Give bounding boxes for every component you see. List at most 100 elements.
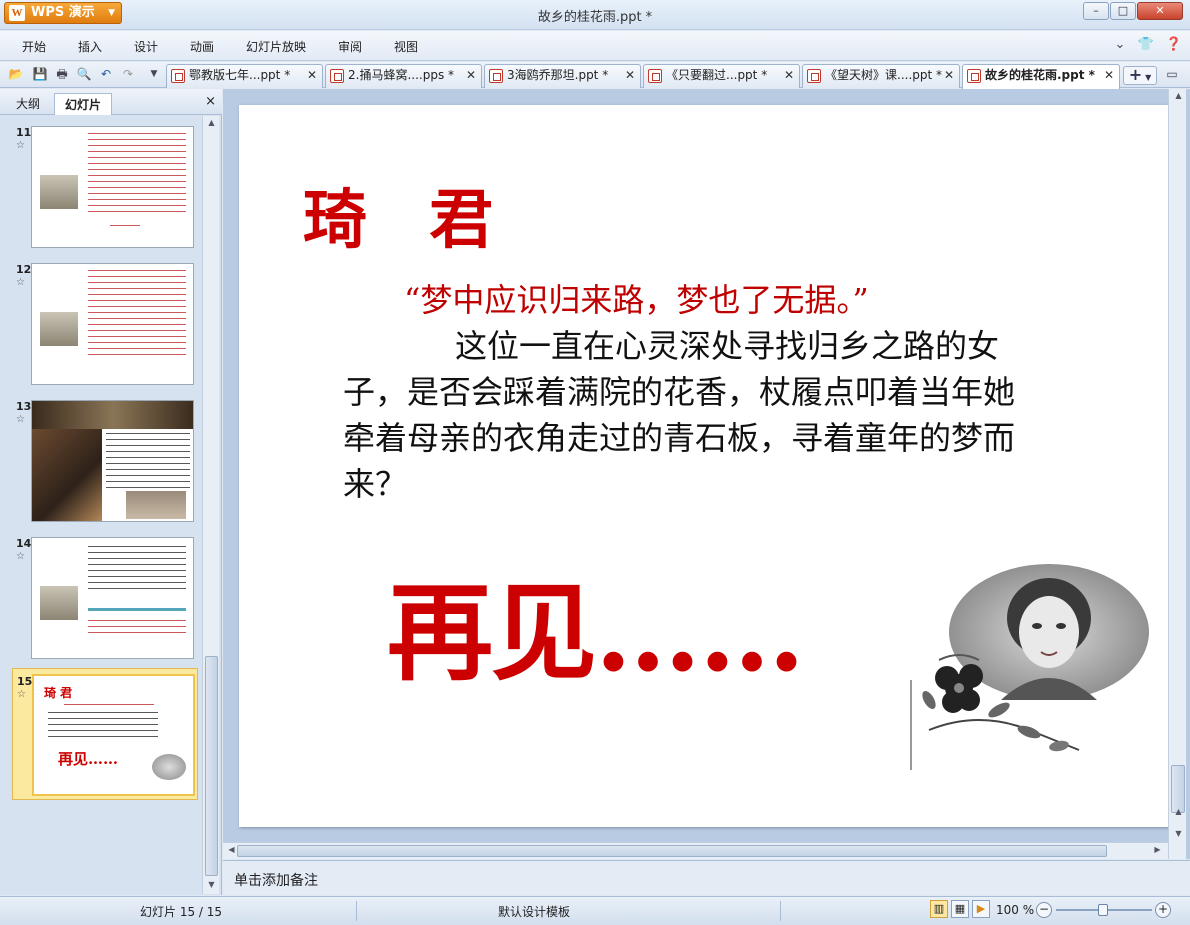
menu-design[interactable]: 设计 <box>134 38 158 55</box>
slides-panel: 大纲 幻灯片 × 11 ☆ 12 ☆ 13 ☆ 14 ☆ 15 ☆ 琦 君 再见… <box>0 89 222 895</box>
thumbnail-preview <box>31 537 194 659</box>
doc-tab-1[interactable]: 鄂教版七年...ppt * ✕ <box>166 64 323 88</box>
menu-animation[interactable]: 动画 <box>190 38 214 55</box>
slide-sorter-icon[interactable]: ▦ <box>951 900 969 918</box>
print-preview-icon[interactable]: 🔍 <box>76 66 92 82</box>
notes-area[interactable]: 单击添加备注 <box>223 860 1190 895</box>
close-button[interactable]: ✕ <box>1137 2 1183 20</box>
status-bar: 幻灯片 15 / 15 默认设计模板 ▥ ▦ ▶ 100 % − + <box>0 896 1190 925</box>
photo-thumbnail <box>126 491 186 519</box>
new-tab-button[interactable]: + ▼ <box>1123 66 1157 85</box>
scroll-down-icon[interactable]: ▼ <box>1172 829 1185 841</box>
text-block-thumbnail <box>88 546 186 590</box>
scroll-up-icon[interactable]: ▲ <box>1172 91 1185 103</box>
thumbnail-slide-15[interactable]: 15 ☆ 琦 君 再见…… <box>12 668 198 800</box>
thumbnail-slide-14[interactable]: 14 ☆ <box>0 531 200 661</box>
slide-vertical-scrollbar[interactable]: ▲ ▲ ▼ <box>1168 89 1186 859</box>
slide-number: 12 <box>16 263 32 276</box>
maximize-button[interactable]: □ <box>1110 2 1136 20</box>
zoom-in-icon[interactable]: + <box>1155 902 1171 918</box>
menu-home[interactable]: 开始 <box>22 38 46 55</box>
slide-body-text[interactable]: 这位一直在心灵深处寻找归乡之路的女子，是否会踩着满院的花香，杖履点叩着当年她牵着… <box>343 323 1023 507</box>
slideshow-icon[interactable]: ▶ <box>972 900 990 918</box>
slide-quote[interactable]: “梦中应识归来路，梦也了无据。” <box>404 275 869 321</box>
doc-tab-label: 故乡的桂花雨.ppt * <box>985 68 1095 82</box>
banner-thumbnail <box>32 401 193 429</box>
current-slide[interactable]: 琦 君 “梦中应识归来路，梦也了无据。” 这位一直在心灵深处寻找归乡之路的女子，… <box>239 105 1168 827</box>
divider <box>356 901 357 921</box>
chevron-down-icon[interactable]: ⌄ <box>1114 37 1125 52</box>
ppt-file-icon <box>807 69 821 83</box>
scroll-down-icon[interactable]: ▲ <box>1172 807 1185 819</box>
slide-farewell-text[interactable]: 再见…… <box>387 547 805 701</box>
ppt-file-icon <box>967 69 981 83</box>
thumbnail-preview: 琦 君 再见…… <box>32 674 195 796</box>
close-icon[interactable]: × <box>205 94 216 109</box>
photo-thumbnail <box>32 429 102 521</box>
open-icon[interactable]: 📂 <box>8 66 24 82</box>
tab-close-icon[interactable]: ✕ <box>944 65 954 86</box>
menu-review[interactable]: 审阅 <box>338 38 362 55</box>
scroll-up-icon[interactable]: ▲ <box>205 118 218 130</box>
menu-slideshow[interactable]: 幻灯片放映 <box>246 38 306 55</box>
tab-list-icon[interactable]: ▭ <box>1162 67 1182 83</box>
title-bar: W WPS 演示 ▼ 故乡的桂花雨.ppt * – □ ✕ <box>0 0 1190 30</box>
scroll-right-icon[interactable]: ▶ <box>1151 845 1164 857</box>
zoom-slider-handle[interactable] <box>1098 904 1108 916</box>
doc-tab-active[interactable]: 故乡的桂花雨.ppt * ✕ <box>962 64 1120 89</box>
slide-counter: 幻灯片 15 / 15 <box>140 905 223 919</box>
tab-slides[interactable]: 幻灯片 <box>54 93 113 115</box>
thumbnail-slide-11[interactable]: 11 ☆ <box>0 120 200 250</box>
slide-number: 15 <box>17 675 33 688</box>
redo-icon[interactable]: ↷ <box>120 66 136 82</box>
scroll-thumb[interactable] <box>237 845 1107 857</box>
portrait-image[interactable] <box>909 560 1153 770</box>
tab-outline[interactable]: 大纲 <box>6 93 50 115</box>
tab-close-icon[interactable]: ✕ <box>1104 65 1114 86</box>
menu-view[interactable]: 视图 <box>394 38 418 55</box>
menu-insert[interactable]: 插入 <box>78 38 102 55</box>
slide-title[interactable]: 琦 君 <box>303 169 513 261</box>
tab-close-icon[interactable]: ✕ <box>784 65 794 86</box>
customize-icon[interactable]: ▼ <box>146 66 162 82</box>
scroll-down-icon[interactable]: ▼ <box>205 880 218 892</box>
doc-tab-3[interactable]: 3海鸥乔那坦.ppt * ✕ <box>484 64 641 88</box>
thumbnail-preview <box>31 126 194 248</box>
thumbnail-slide-12[interactable]: 12 ☆ <box>0 257 200 387</box>
save-icon[interactable]: 💾 <box>32 66 48 82</box>
star-icon: ☆ <box>16 277 25 288</box>
tab-close-icon[interactable]: ✕ <box>466 65 476 86</box>
undo-icon[interactable]: ↶ <box>98 66 114 82</box>
caret-down-icon: ▼ <box>1145 73 1152 82</box>
doc-tab-5[interactable]: 《望天树》课....ppt * ✕ <box>802 64 960 88</box>
scroll-thumb[interactable] <box>1171 765 1185 813</box>
slide-number: 14 <box>16 537 32 550</box>
doc-tab-label: 《只要翻过...ppt * <box>666 68 768 82</box>
thumbnail-title: 琦 君 <box>44 686 73 700</box>
print-icon[interactable]: 🖶 <box>54 66 70 82</box>
portrait-thumbnail <box>40 312 78 346</box>
tab-close-icon[interactable]: ✕ <box>307 65 317 86</box>
panel-tabs: 大纲 幻灯片 × <box>0 89 222 115</box>
text-line-thumbnail <box>110 225 140 228</box>
slide-horizontal-scrollbar[interactable]: ◀ ▶ <box>223 842 1168 859</box>
design-template-label: 默认设计模板 <box>498 905 571 919</box>
doc-tab-2[interactable]: 2.捅马蜂窝....pps * ✕ <box>325 64 482 88</box>
doc-tab-label: 鄂教版七年...ppt * <box>189 68 291 82</box>
slide-number: 13 <box>16 400 32 413</box>
doc-tab-4[interactable]: 《只要翻过...ppt * ✕ <box>643 64 800 88</box>
text-block-thumbnail <box>48 712 158 738</box>
doc-tab-label: 《望天树》课....ppt * <box>825 68 943 82</box>
thumbnail-slide-13[interactable]: 13 ☆ <box>0 394 200 524</box>
panel-scrollbar[interactable]: ▲ ▼ <box>202 116 219 894</box>
slide-editor: 琦 君 “梦中应识归来路，梦也了无据。” 这位一直在心灵深处寻找归乡之路的女子，… <box>223 89 1190 859</box>
scroll-thumb[interactable] <box>205 656 218 876</box>
minimize-button[interactable]: – <box>1083 2 1109 20</box>
thumbnail-preview <box>31 400 194 522</box>
zoom-out-icon[interactable]: − <box>1036 902 1052 918</box>
tab-close-icon[interactable]: ✕ <box>625 65 635 86</box>
help-icon[interactable]: ❓ <box>1166 37 1182 52</box>
shirt-icon[interactable]: 👕 <box>1137 37 1153 52</box>
zoom-level: 100 % <box>996 903 1035 917</box>
normal-view-icon[interactable]: ▥ <box>930 900 948 918</box>
